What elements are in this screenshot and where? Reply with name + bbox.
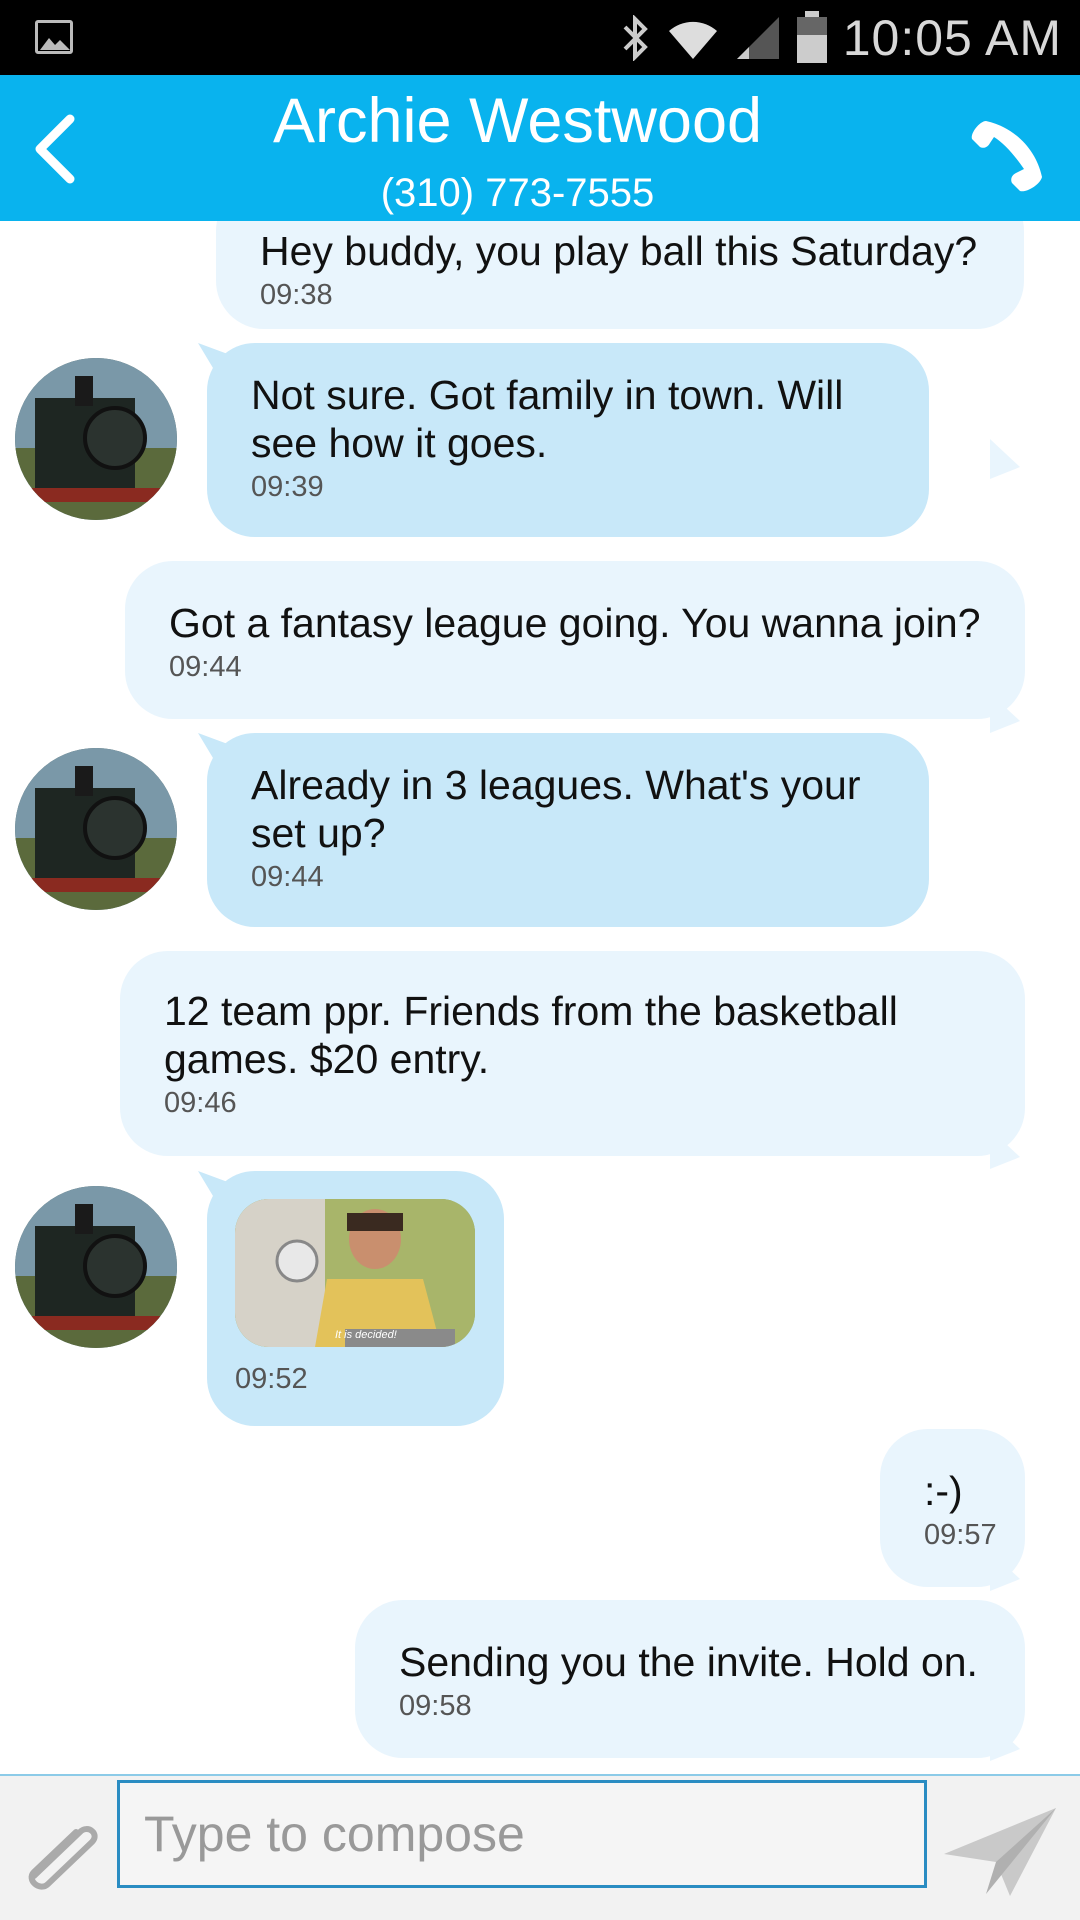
message-text: Got a fantasy league going. You wanna jo… bbox=[169, 600, 981, 646]
battery-icon bbox=[795, 10, 829, 65]
send-button[interactable] bbox=[940, 1802, 1060, 1902]
message-bubble: It is decided! 09:52 bbox=[207, 1171, 504, 1426]
contact-name: Archie Westwood bbox=[272, 86, 763, 156]
message-image[interactable]: It is decided! bbox=[235, 1199, 475, 1347]
message-time: 09:52 bbox=[235, 1363, 308, 1395]
message-text: Not sure. Got family in town. Will see h… bbox=[251, 372, 844, 466]
avatar bbox=[15, 358, 177, 520]
message-bubble: Already in 3 leagues. What's your set up… bbox=[207, 733, 929, 927]
message-text: Hey buddy, you play ball this Saturday? bbox=[260, 228, 978, 274]
message-time: 09:38 bbox=[260, 279, 333, 311]
conversation-header: Archie Westwood (310) 773-7555 bbox=[0, 75, 1080, 221]
call-button[interactable] bbox=[964, 115, 1048, 199]
compose-input[interactable] bbox=[117, 1780, 927, 1888]
message-time: 09:57 bbox=[924, 1519, 997, 1551]
status-bar: 10:05 AM bbox=[0, 0, 1080, 75]
message-bubble: Sending you the invite. Hold on. 09:58 bbox=[355, 1600, 1025, 1758]
status-time: 10:05 AM bbox=[842, 9, 1062, 66]
message-time: 09:58 bbox=[399, 1690, 472, 1722]
message-bubble: Hey buddy, you play ball this Saturday? … bbox=[216, 221, 1024, 329]
paperclip-icon bbox=[28, 1826, 98, 1890]
message-text: :-) bbox=[924, 1468, 963, 1514]
message-bubble: Got a fantasy league going. You wanna jo… bbox=[125, 561, 1025, 719]
train-avatar-image bbox=[15, 358, 177, 520]
train-avatar-image bbox=[15, 748, 177, 910]
message-bubble: 12 team ppr. Friends from the basketball… bbox=[120, 951, 1025, 1156]
bubble-tail bbox=[990, 439, 1020, 479]
train-avatar-image bbox=[15, 1186, 177, 1348]
send-icon bbox=[944, 1808, 1056, 1896]
image-icon bbox=[35, 20, 73, 54]
attach-button[interactable] bbox=[14, 1814, 104, 1894]
message-text: Already in 3 leagues. What's your set up… bbox=[251, 762, 861, 856]
bluetooth-icon bbox=[621, 14, 651, 61]
message-text: Sending you the invite. Hold on. bbox=[399, 1639, 978, 1685]
message-time: 09:39 bbox=[251, 471, 324, 503]
phone-icon bbox=[971, 121, 1042, 192]
message-text: 12 team ppr. Friends from the basketball… bbox=[164, 988, 898, 1082]
message-time: 09:44 bbox=[251, 861, 324, 893]
avatar bbox=[15, 1186, 177, 1348]
message-bubble: :-) 09:57 bbox=[880, 1429, 1025, 1587]
contact-phone: (310) 773-7555 bbox=[380, 171, 655, 215]
signal-icon bbox=[735, 15, 781, 61]
message-list[interactable]: Hey buddy, you play ball this Saturday? … bbox=[0, 221, 1080, 1774]
message-time: 09:44 bbox=[169, 651, 242, 683]
compose-bar bbox=[0, 1774, 1080, 1920]
avatar bbox=[15, 748, 177, 910]
image-caption: It is decided! bbox=[335, 1329, 397, 1341]
wifi-icon bbox=[665, 15, 721, 61]
message-time: 09:46 bbox=[164, 1087, 237, 1119]
message-bubble: Not sure. Got family in town. Will see h… bbox=[207, 343, 929, 537]
